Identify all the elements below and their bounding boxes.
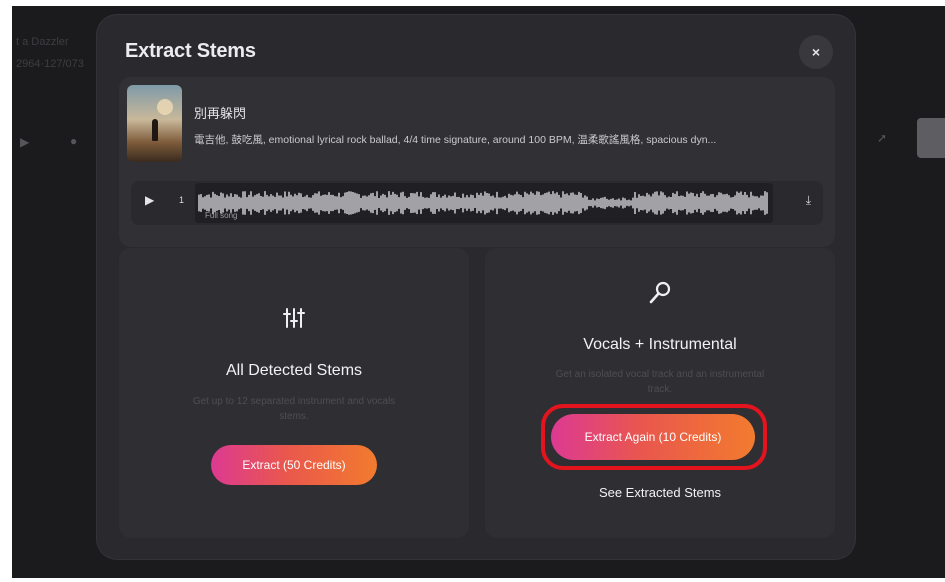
background-text: t a Dazzler [16, 36, 69, 48]
cover-figure-shape [152, 119, 158, 141]
track-description: 電吉他, 鼓吃風, emotional lyrical rock ballad,… [194, 134, 717, 146]
background-play-icon: ▶ [20, 135, 30, 149]
cover-sun-shape [157, 99, 173, 115]
vocals-instrumental-card: Vocals + Instrumental Get an isolated vo… [485, 248, 835, 538]
modal-title: Extract Stems [125, 40, 256, 62]
waveform[interactable]: Full song [195, 183, 773, 223]
all-stems-card: All Detected Stems Get up to 12 separate… [119, 248, 469, 538]
close-icon: × [811, 44, 821, 60]
download-icon[interactable]: ⤓ [806, 193, 811, 208]
track-title: 別再躲閃 [194, 106, 247, 121]
see-extracted-stems-link[interactable]: See Extracted Stems [485, 485, 835, 500]
extract-again-button[interactable]: Extract Again (10 Credits) [551, 414, 755, 460]
waveform-graphic [198, 191, 768, 215]
speed-label[interactable]: 1 [179, 195, 184, 205]
vocals-instrumental-title: Vocals + Instrumental [583, 336, 737, 353]
audio-player: ▶ 1 Full song ⤓ [131, 181, 823, 225]
track-card: 別再躲閃 電吉他, 鼓吃風, emotional lyrical rock ba… [119, 77, 835, 247]
background-comment-icon: ● [70, 134, 78, 148]
close-button[interactable]: × [799, 35, 833, 69]
equalizer-icon [119, 305, 469, 336]
waveform-caption: Full song [205, 211, 238, 220]
all-stems-subtitle: Get up to 12 separated instrument and vo… [192, 396, 396, 422]
background-text: 2964·127/073 [16, 58, 84, 70]
all-stems-title: All Detected Stems [225, 362, 363, 379]
vocals-instrumental-subtitle: Get an isolated vocal track and an instr… [555, 369, 765, 395]
microphone-icon [485, 278, 835, 313]
extract-all-stems-button[interactable]: Extract (50 Credits) [211, 445, 377, 485]
background-share-icon: ➚ [877, 131, 888, 145]
extract-stems-modal: Extract Stems × 別再躲閃 電吉他, 鼓吃風, emotional… [97, 15, 855, 559]
background-button [917, 118, 945, 158]
play-icon[interactable]: ▶ [145, 193, 154, 207]
album-cover-image [127, 85, 182, 162]
